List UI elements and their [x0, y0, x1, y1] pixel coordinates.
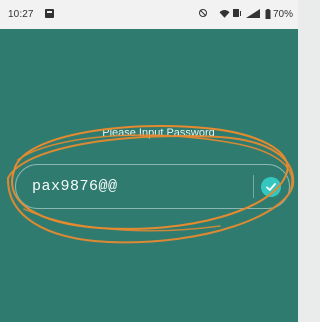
notification-icon: [45, 9, 54, 18]
password-value[interactable]: pax9876@@: [32, 178, 118, 195]
input-divider: [253, 175, 254, 198]
mobile-data-icon: [233, 9, 241, 17]
status-bar: 10:27 70%: [0, 0, 298, 29]
hand-drawn-highlight: [6, 125, 295, 244]
status-time: 10:27: [8, 9, 34, 20]
confirm-password-button[interactable]: [261, 177, 281, 197]
check-icon: [266, 183, 276, 191]
do-not-disturb-icon: [199, 9, 207, 17]
signal-icon: [246, 9, 260, 18]
password-prompt: Please Input Password: [102, 127, 215, 139]
wifi-icon: [219, 9, 230, 18]
battery-icon: [265, 9, 271, 19]
battery-percentage: 70%: [273, 9, 294, 20]
phone-screen: 10:27 70% Please Input Password pax9876@…: [0, 0, 298, 322]
password-input[interactable]: pax9876@@: [15, 164, 290, 209]
